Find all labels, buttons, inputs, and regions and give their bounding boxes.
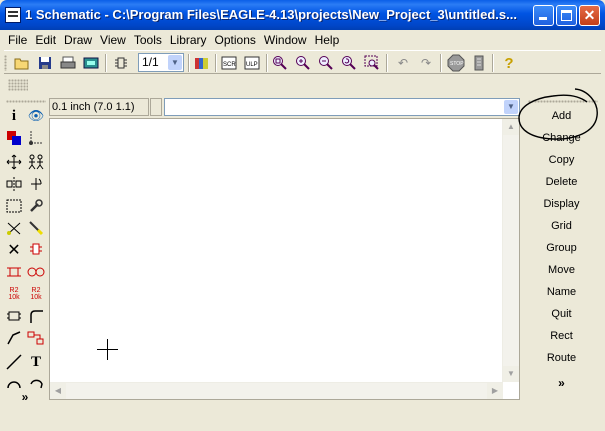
chevron-down-icon[interactable]: ▼ bbox=[168, 55, 182, 70]
cmd-route[interactable]: Route bbox=[522, 347, 601, 369]
save-icon[interactable] bbox=[36, 54, 54, 72]
name-tool-icon[interactable]: R2 10k bbox=[4, 284, 24, 304]
library-icon[interactable] bbox=[193, 54, 211, 72]
script-icon[interactable]: SCR bbox=[220, 54, 238, 72]
zoom-select-icon[interactable] bbox=[363, 54, 381, 72]
horizontal-scrollbar[interactable]: ◀ ▶ bbox=[50, 382, 503, 399]
cmd-display[interactable]: Display bbox=[522, 193, 601, 215]
vertical-scrollbar[interactable]: ▲ ▼ bbox=[502, 119, 519, 382]
scroll-left-icon[interactable]: ◀ bbox=[50, 383, 66, 399]
redraw-icon[interactable] bbox=[340, 54, 358, 72]
replace-icon[interactable] bbox=[26, 262, 46, 282]
print-icon[interactable] bbox=[59, 54, 77, 72]
circle-annotation bbox=[518, 88, 598, 140]
cam-processor-icon[interactable] bbox=[82, 54, 100, 72]
change-wrench-icon[interactable] bbox=[26, 196, 46, 216]
rotate-icon[interactable] bbox=[26, 174, 46, 194]
coordinate-display: 0.1 inch (7.0 1.1) bbox=[49, 98, 149, 116]
miter-icon[interactable] bbox=[26, 306, 46, 326]
stop-icon[interactable]: STOP bbox=[447, 54, 465, 72]
coordinate-divider bbox=[150, 98, 162, 116]
command-menu: Add Change Copy Delete Display Grid Grou… bbox=[522, 104, 601, 400]
toolbar-grip[interactable] bbox=[4, 55, 7, 71]
toolbar-grip[interactable] bbox=[8, 79, 28, 91]
info-icon[interactable]: i bbox=[4, 106, 24, 126]
menu-window[interactable]: Window bbox=[260, 30, 311, 49]
group-icon[interactable] bbox=[4, 196, 24, 216]
open-icon[interactable] bbox=[13, 54, 31, 72]
minimize-button[interactable] bbox=[533, 5, 554, 26]
cmd-quit[interactable]: Quit bbox=[522, 303, 601, 325]
menu-bar: File Edit Draw View Tools Library Option… bbox=[4, 30, 601, 49]
cmd-copy[interactable]: Copy bbox=[522, 149, 601, 171]
undo-icon[interactable]: ↶ bbox=[394, 54, 412, 72]
redo-icon[interactable]: ↷ bbox=[417, 54, 435, 72]
menu-tools[interactable]: Tools bbox=[130, 30, 166, 49]
palette-grip[interactable] bbox=[6, 100, 46, 103]
command-line-input[interactable]: ▼ bbox=[164, 98, 520, 116]
chevron-down-icon[interactable]: ▼ bbox=[504, 100, 518, 114]
cmd-delete[interactable]: Delete bbox=[522, 171, 601, 193]
menu-file[interactable]: File bbox=[4, 30, 31, 49]
smash-icon[interactable] bbox=[4, 306, 24, 326]
cmd-rect[interactable]: Rect bbox=[522, 325, 601, 347]
close-button[interactable]: ✕ bbox=[579, 5, 600, 26]
zoom-in-icon[interactable] bbox=[294, 54, 312, 72]
menu-view[interactable]: View bbox=[96, 30, 130, 49]
close-icon: ✕ bbox=[583, 7, 596, 23]
svg-text:ULP: ULP bbox=[246, 62, 258, 68]
cmd-group[interactable]: Group bbox=[522, 237, 601, 259]
mirror-icon[interactable] bbox=[4, 174, 24, 194]
split-icon[interactable] bbox=[4, 328, 24, 348]
menu-options[interactable]: Options bbox=[211, 30, 260, 49]
cut-scissors-icon[interactable] bbox=[4, 218, 24, 238]
cmd-name[interactable]: Name bbox=[522, 281, 601, 303]
menu-help[interactable]: Help bbox=[311, 30, 344, 49]
scroll-right-icon[interactable]: ▶ bbox=[487, 383, 503, 399]
tool-palette: i 👁 ✕ R2 10k R2 10k T » bbox=[4, 104, 48, 404]
crosshair-cursor-vertical bbox=[107, 339, 108, 360]
svg-text:SCR: SCR bbox=[223, 62, 236, 68]
delete-icon[interactable]: ✕ bbox=[4, 240, 24, 260]
copy-icon[interactable] bbox=[26, 152, 46, 172]
ulp-icon[interactable]: ULP bbox=[243, 54, 261, 72]
paste-icon[interactable] bbox=[26, 218, 46, 238]
display-layers-icon[interactable] bbox=[4, 128, 24, 148]
maximize-icon bbox=[561, 10, 572, 21]
show-eye-icon[interactable]: 👁 bbox=[26, 106, 46, 126]
zoom-to-fit-icon[interactable] bbox=[271, 54, 289, 72]
minimize-icon bbox=[539, 17, 547, 20]
use-board-icon[interactable] bbox=[112, 54, 130, 72]
wire-icon[interactable] bbox=[4, 352, 24, 372]
schematic-drawing-area[interactable]: ▲ ▼ ◀ ▶ bbox=[49, 118, 520, 400]
cmd-grid[interactable]: Grid bbox=[522, 215, 601, 237]
value-tool-icon[interactable]: R2 10k bbox=[26, 284, 46, 304]
add-part-icon[interactable] bbox=[26, 240, 46, 260]
window-title: 1 Schematic - C:\Program Files\EAGLE-4.1… bbox=[25, 7, 517, 22]
sheet-select[interactable]: 1/1 ▼ bbox=[138, 53, 184, 72]
invoke-icon[interactable] bbox=[26, 328, 46, 348]
svg-text:STOP: STOP bbox=[450, 61, 464, 67]
mark-icon[interactable] bbox=[26, 128, 46, 148]
menu-draw[interactable]: Draw bbox=[60, 30, 96, 49]
maximize-button[interactable] bbox=[556, 5, 577, 26]
menu-edit[interactable]: Edit bbox=[31, 30, 60, 49]
go-icon[interactable] bbox=[470, 54, 488, 72]
zoom-out-icon[interactable] bbox=[317, 54, 335, 72]
text-tool-icon[interactable]: T bbox=[26, 352, 46, 372]
schematic-app-icon[interactable] bbox=[5, 7, 21, 23]
move-icon[interactable] bbox=[4, 152, 24, 172]
help-icon[interactable]: ? bbox=[500, 54, 518, 72]
parameter-toolbar bbox=[4, 75, 601, 95]
more-tools-icon[interactable]: » bbox=[15, 387, 35, 407]
title-bar: 1 Schematic - C:\Program Files\EAGLE-4.1… bbox=[0, 0, 605, 30]
main-toolbar: 1/1 ▼ SCR ULP ↶ ↷ STOP ? bbox=[4, 50, 601, 74]
scroll-down-icon[interactable]: ▼ bbox=[503, 366, 519, 382]
cmd-move[interactable]: Move bbox=[522, 259, 601, 281]
more-commands-icon[interactable]: » bbox=[522, 376, 601, 394]
pinswap-icon[interactable] bbox=[4, 262, 24, 282]
menu-library[interactable]: Library bbox=[166, 30, 211, 49]
